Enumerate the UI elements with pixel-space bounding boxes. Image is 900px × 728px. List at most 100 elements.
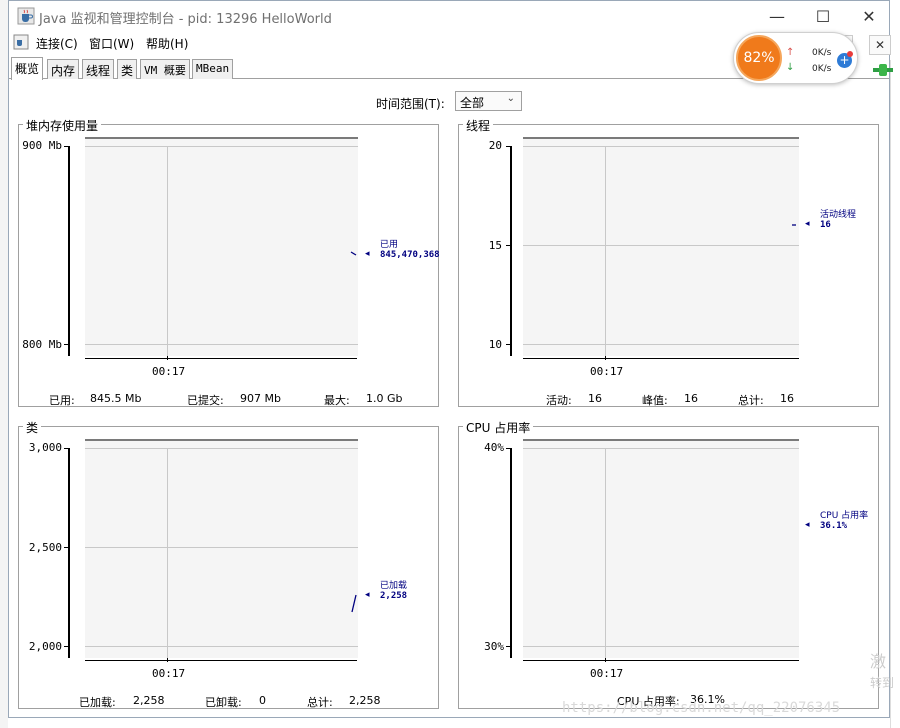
classes-y-axis <box>68 448 70 658</box>
background-window-left <box>0 0 8 728</box>
heap-x-tick: 00:17 <box>152 365 186 378</box>
tab-mbean[interactable]: MBean <box>192 59 234 79</box>
heap-committed-value: 907 Mb <box>240 392 281 405</box>
heap-max-value: 1.0 Gb <box>366 392 403 405</box>
classes-loaded-value: 2,258 <box>133 694 165 707</box>
java-cup-icon <box>17 7 35 25</box>
classes-legend-value: 2,258 <box>380 591 408 601</box>
heap-panel-title: 堆内存使用量 <box>23 117 102 134</box>
heap-legend-value: 845,470,368 <box>380 250 440 260</box>
memory-usage-badge[interactable]: 82% <box>736 35 782 81</box>
cpu-grid-line <box>605 448 606 658</box>
threads-legend-value: 16 <box>820 220 831 230</box>
threads-y-axis <box>510 146 512 356</box>
threads-x-tick: 00:17 <box>590 365 624 378</box>
heap-y-axis <box>68 146 70 356</box>
cpu-x-tick: 00:17 <box>590 667 624 680</box>
upload-arrow-icon: ↑ <box>786 47 795 58</box>
tab-overview[interactable]: 概览 <box>11 57 44 80</box>
cpu-x-axis <box>523 660 799 661</box>
threads-live-value: 16 <box>588 392 602 405</box>
cpu-panel-title: CPU 占用率 <box>463 419 534 436</box>
heap-series-line <box>350 251 357 256</box>
heap-legend: 已用 845,470,368 <box>380 240 440 260</box>
maximize-button[interactable]: ☐ <box>801 1 845 31</box>
classes-y-tick: 3,000 <box>28 441 62 454</box>
tab-vm-summary[interactable]: VM 概要 <box>140 59 190 79</box>
heap-legend-arrow: ◂ <box>365 249 370 259</box>
heap-y-tick: 900 Mb <box>22 139 62 152</box>
heap-y-tick: 800 Mb <box>22 338 62 351</box>
time-range-label: 时间范围(T): <box>376 97 445 111</box>
title-bar: Java 监视和管理控制台 - pid: 13296 HelloWorld — … <box>9 1 889 31</box>
threads-peak-label: 峰值: <box>642 394 668 407</box>
classes-grid-line <box>85 646 358 647</box>
heap-x-axis <box>85 358 357 359</box>
threads-total-label: 总计: <box>738 394 764 407</box>
cpu-y-tick: 30% <box>484 640 504 653</box>
menu-help[interactable]: 帮助(H) <box>146 35 188 52</box>
threads-plot-area <box>523 137 799 356</box>
heap-used-value: 845.5 Mb <box>90 392 142 405</box>
classes-total-value: 2,258 <box>349 694 381 707</box>
classes-legend-label: 已加载 <box>380 581 408 591</box>
side-watermark: 激 <box>870 652 887 671</box>
classes-panel-title: 类 <box>23 419 42 436</box>
classes-series-line <box>351 594 357 613</box>
background-window-right <box>890 60 900 728</box>
heap-committed-label: 已提交: <box>187 394 224 407</box>
time-range-value: 全部 <box>460 96 485 110</box>
classes-unloaded-label: 已卸载: <box>205 696 242 709</box>
tab-classes[interactable]: 类 <box>117 59 138 79</box>
inner-close-button[interactable]: ✕ <box>869 35 891 55</box>
download-arrow-icon: ↓ <box>786 62 795 73</box>
threads-grid-line <box>523 245 799 246</box>
time-range-select[interactable]: 全部 ⌄ <box>455 91 522 111</box>
heap-grid-line <box>167 146 168 356</box>
classes-legend: 已加载 2,258 <box>380 581 407 601</box>
classes-x-tick: 00:17 <box>152 667 186 680</box>
document-icon[interactable] <box>13 34 29 50</box>
classes-legend-arrow: ◂ <box>365 590 370 600</box>
window-title: Java 监视和管理控制台 - pid: 13296 HelloWorld <box>39 12 332 27</box>
cpu-legend: CPU 占用率 36.1% <box>820 511 868 531</box>
close-button[interactable]: ✕ <box>847 1 891 31</box>
minimize-button[interactable]: — <box>755 1 799 31</box>
classes-x-axis <box>85 660 357 661</box>
classes-unloaded-value: 0 <box>259 694 266 707</box>
threads-panel-title: 线程 <box>463 117 494 134</box>
threads-live-label: 活动: <box>546 394 572 407</box>
heap-plot-area <box>85 137 358 356</box>
connection-status-icon <box>873 64 893 76</box>
threads-series-line <box>792 224 796 226</box>
cpu-y-tick: 40% <box>484 441 504 454</box>
heap-grid-line <box>85 344 358 345</box>
menu-window[interactable]: 窗口(W) <box>89 35 134 52</box>
classes-total-label: 总计: <box>307 696 333 709</box>
threads-total-value: 16 <box>780 392 794 405</box>
notification-dot <box>847 51 853 57</box>
chevron-down-icon: ⌄ <box>506 93 515 104</box>
classes-y-tick: 2,000 <box>28 640 62 653</box>
tab-memory[interactable]: 内存 <box>47 59 80 79</box>
classes-loaded-label: 已加载: <box>79 696 116 709</box>
cpu-legend-value: 36.1% <box>820 521 848 531</box>
cpu-plot-area <box>523 439 799 658</box>
threads-x-axis <box>523 358 799 359</box>
threads-grid-line <box>523 344 799 345</box>
tab-threads[interactable]: 线程 <box>82 59 115 79</box>
cpu-grid-line <box>523 448 799 449</box>
cpu-y-axis <box>510 448 512 658</box>
classes-grid-line <box>85 448 358 449</box>
threads-legend-arrow: ◂ <box>805 219 810 229</box>
threads-grid-line <box>523 146 799 147</box>
upload-speed: 0K/s <box>812 48 832 58</box>
threads-y-tick: 10 <box>488 338 502 351</box>
csdn-watermark: https://blog.csdn.net/qq_22076345 <box>562 700 841 716</box>
menu-connection[interactable]: 连接(C) <box>36 35 78 52</box>
threads-legend-label: 活动线程 <box>820 210 857 220</box>
network-speed-widget[interactable]: 82% ↑ ↓ 0K/s 0K/s + <box>733 32 858 84</box>
download-speed: 0K/s <box>812 64 832 74</box>
classes-y-tick: 2,500 <box>28 541 62 554</box>
threads-y-tick: 15 <box>488 239 502 252</box>
